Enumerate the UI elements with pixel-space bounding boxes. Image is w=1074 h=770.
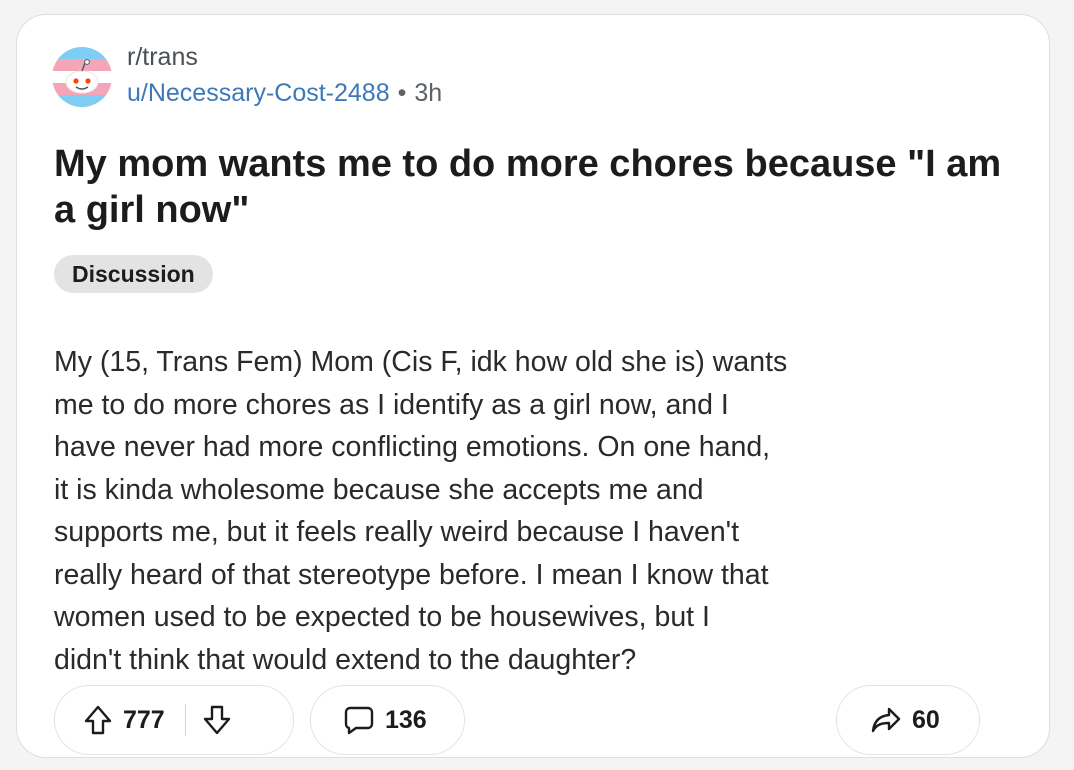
subreddit-link[interactable]: r/trans [127, 41, 442, 73]
upvote-arrow-icon[interactable] [83, 704, 113, 736]
vote-divider [184, 704, 187, 736]
share-arrow-icon [870, 705, 902, 735]
comment-count: 136 [385, 705, 427, 734]
vote-bar: 777 [54, 685, 294, 755]
post-meta: r/trans u/Necessary-Cost-2488 • 3h [127, 41, 442, 111]
meta-separator: • [397, 79, 407, 107]
share-button[interactable]: 60 [836, 685, 980, 755]
comments-button[interactable]: 136 [310, 685, 465, 755]
post-age: 3h [414, 79, 443, 107]
post-header: r/trans u/Necessary-Cost-2488 • 3h [52, 29, 442, 109]
downvote-arrow-icon[interactable] [202, 704, 232, 736]
post-body: My (15, Trans Fem) Mom (Cis F, idk how o… [54, 346, 788, 676]
author-link[interactable]: u/Necessary-Cost-2488 [127, 79, 390, 107]
post-card: r/trans u/Necessary-Cost-2488 • 3h My mom … [16, 14, 1050, 758]
comment-bubble-icon [343, 704, 375, 736]
post-title[interactable]: My mom wants me to do more chores becaus… [54, 141, 1014, 233]
upvote-count: 777 [123, 705, 165, 734]
post-flair[interactable]: Discussion [54, 255, 213, 293]
author-line: u/Necessary-Cost-2488 • 3h [127, 75, 442, 111]
subreddit-avatar-icon[interactable] [52, 47, 112, 107]
share-count: 60 [912, 705, 940, 734]
